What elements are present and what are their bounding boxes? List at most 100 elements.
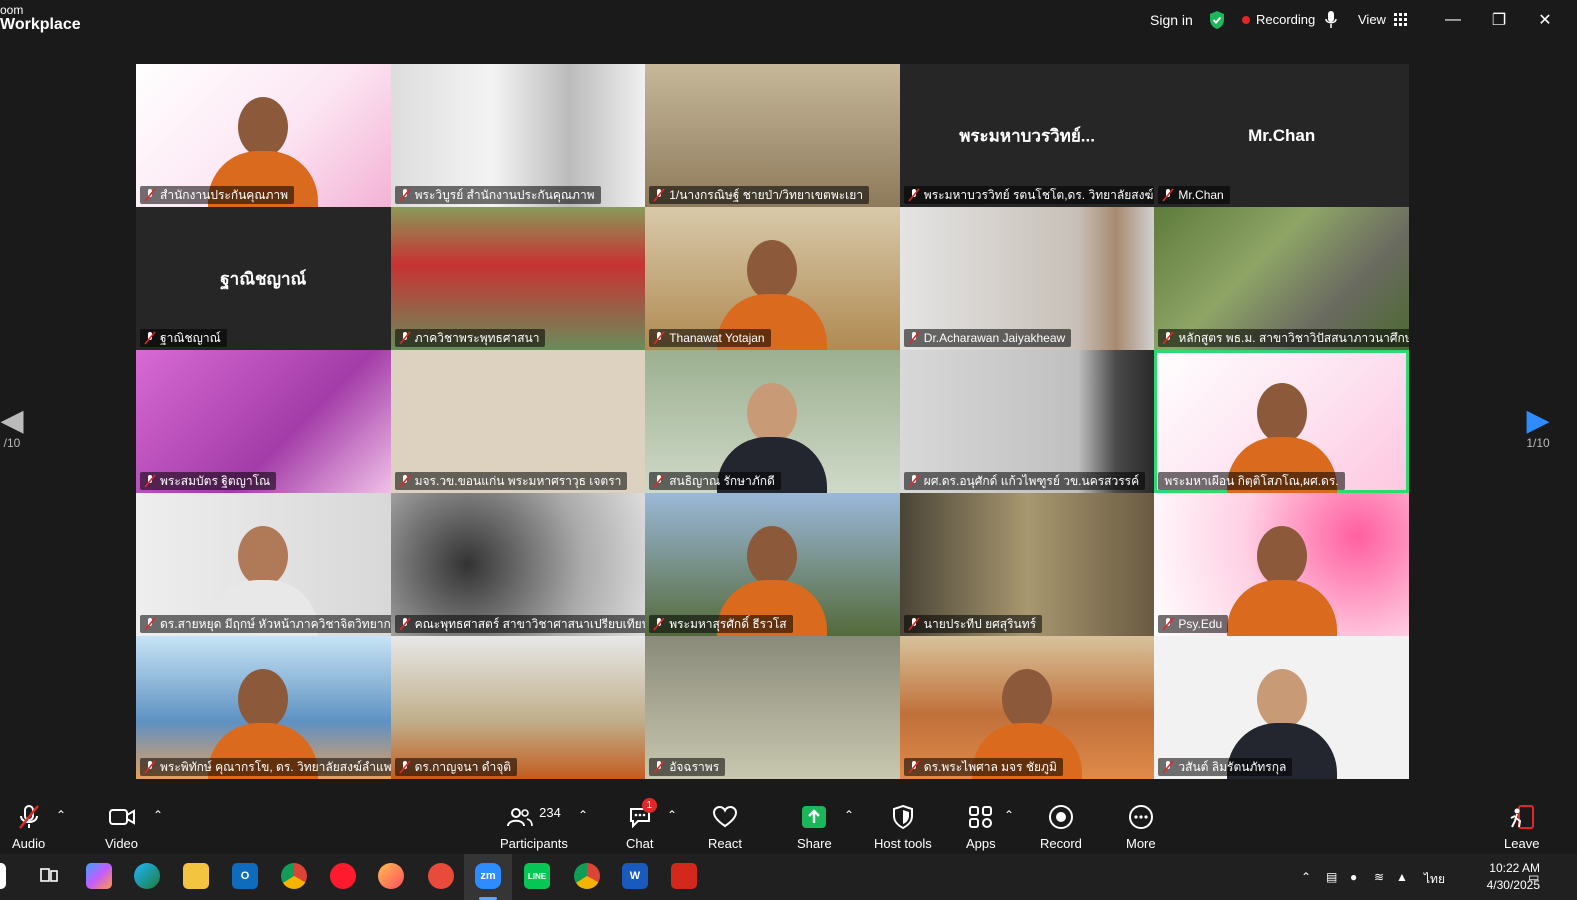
view-button[interactable]: View: [1358, 12, 1407, 27]
video-button[interactable]: Video: [105, 804, 138, 851]
record-label: Record: [1040, 836, 1082, 851]
host-tools-button[interactable]: Host tools: [874, 804, 932, 851]
video-tile[interactable]: พระมหาสุรศักดิ์ ธีรวโส: [645, 493, 900, 636]
audio-options-caret-icon[interactable]: ⌃: [56, 808, 66, 822]
volume-icon[interactable]: ▲: [1396, 870, 1408, 884]
video-tile[interactable]: ภาควิชาพระพุทธศาสนา: [390, 207, 646, 350]
shield-check-icon[interactable]: [1208, 10, 1226, 30]
muted-mic-icon: [144, 617, 156, 631]
copilot-icon[interactable]: [86, 863, 112, 889]
sign-in-button[interactable]: Sign in: [1150, 12, 1193, 28]
muted-mic-icon: [908, 188, 920, 202]
video-tile-active-speaker[interactable]: พระมหาเผือน กิตฺติโสภโณ,ผศ.ดร.: [1154, 350, 1409, 493]
participant-name-label: สนธิญาณ รักษาภักดี: [649, 472, 781, 490]
video-tile[interactable]: หลักสูตร พธ.ม. สาขาวิชาวิปัสสนาภาวนาศึกษ…: [1154, 207, 1409, 350]
video-tile[interactable]: ดร.กาญจนา ดำจุติ: [390, 636, 646, 779]
video-tile[interactable]: สนธิญาณ รักษาภักดี: [645, 350, 900, 493]
video-tile[interactable]: ผศ.ดร.อนุศักด์ แก้วไพฑูรย์ วข.นครสวรรค์: [899, 350, 1155, 493]
outlook-icon[interactable]: O: [232, 863, 258, 889]
title-bar: oom Workplace Sign in Recording View — ❐…: [0, 0, 1577, 44]
video-tile[interactable]: ดร.สายหยุด มีฤกษ์ หัวหน้าภาควิชาจิตวิทยา…: [136, 493, 391, 636]
participants-label: Participants: [500, 836, 568, 851]
video-tile[interactable]: วสันต์ ลิมรัตนภัทรกุล: [1154, 636, 1409, 779]
video-tile[interactable]: Mr.Chan Mr.Chan: [1154, 64, 1409, 207]
firefox-icon[interactable]: [378, 863, 404, 889]
video-tile[interactable]: Dr.Acharawan Jaiyakheaw: [899, 207, 1155, 350]
leave-button[interactable]: Leave: [1504, 804, 1539, 851]
acrobat-icon[interactable]: [671, 863, 697, 889]
recording-label: Recording: [1256, 12, 1316, 27]
restore-icon[interactable]: ❐: [1484, 8, 1514, 32]
audio-button[interactable]: Audio: [12, 804, 45, 851]
participants-options-caret-icon[interactable]: ⌃: [578, 808, 588, 822]
recording-dot-icon: [1242, 15, 1250, 24]
video-tile[interactable]: Thanawat Yotajan: [645, 207, 900, 350]
video-tile[interactable]: พระมหาบวรวิทย์... พระมหาบวรวิทย์ รตนโชโต…: [899, 64, 1155, 207]
minimize-icon[interactable]: —: [1438, 8, 1468, 32]
app-title: oom Workplace: [0, 4, 81, 34]
participant-name-label: Dr.Acharawan Jaiyakheaw: [903, 329, 1072, 347]
host-tools-label: Host tools: [874, 836, 932, 851]
muted-mic-icon: [653, 617, 665, 631]
video-tile[interactable]: พระวิบูรย์ สำนักงานประกันคุณภาพ: [390, 64, 646, 207]
line-icon[interactable]: LINE: [524, 863, 550, 889]
video-tile[interactable]: อัจฉราพร: [645, 636, 900, 779]
chevron-up-icon[interactable]: ⌃: [1301, 870, 1311, 884]
chat-options-caret-icon[interactable]: ⌃: [667, 808, 677, 822]
zoom-icon[interactable]: zm: [475, 863, 501, 889]
share-options-caret-icon[interactable]: ⌃: [844, 808, 854, 822]
video-tile[interactable]: สำนักงานประกันคุณภาพ: [136, 64, 391, 207]
next-page-button[interactable]: ▶ 1/10: [1518, 406, 1558, 451]
more-button[interactable]: More: [1126, 804, 1156, 851]
video-tile[interactable]: นายประทีป ยศสุรินทร์: [899, 493, 1155, 636]
video-tile[interactable]: ฐาณิชญาณ์ ฐาณิชญาณ์: [136, 207, 391, 350]
heart-icon: [712, 805, 737, 828]
chrome-icon[interactable]: [281, 863, 307, 889]
close-icon[interactable]: ✕: [1530, 8, 1560, 32]
wifi-icon[interactable]: ≋: [1374, 870, 1384, 884]
grid-icon: [1393, 13, 1407, 26]
app-icon[interactable]: [428, 863, 454, 889]
chat-button[interactable]: 1 Chat: [626, 798, 657, 851]
word-icon[interactable]: W: [622, 863, 648, 889]
muted-mic-icon: [908, 331, 920, 345]
participant-name-label: ดร.พระไพศาล มจร ชัยภูมิ: [903, 758, 1063, 776]
audio-label: Audio: [12, 836, 46, 851]
prev-page-button[interactable]: ◀ /10: [0, 406, 32, 451]
video-tile[interactable]: Psy.Edu: [1154, 493, 1409, 636]
recording-indicator[interactable]: Recording: [1242, 12, 1315, 27]
video-options-caret-icon[interactable]: ⌃: [153, 808, 163, 822]
share-button[interactable]: Share: [797, 804, 832, 851]
app-title-line2: Workplace: [0, 16, 81, 33]
participants-count: 234: [539, 804, 561, 820]
muted-mic-icon: [144, 188, 156, 202]
chrome-profile-icon[interactable]: [574, 863, 600, 889]
apps-button[interactable]: Apps: [966, 804, 996, 851]
participant-name-card: พระมหาบวรวิทย์...: [959, 126, 1095, 145]
mic-icon[interactable]: [1324, 10, 1338, 30]
participant-name-label: พระสมบัตร ฐิตญาโณ: [140, 472, 277, 490]
muted-mic-icon: [1162, 760, 1174, 774]
video-tile[interactable]: คณะพุทธศาสตร์ สาขาวิชาศาสนาเปรียบเทียบ..…: [390, 493, 646, 636]
notification-icon[interactable]: ▭: [1528, 870, 1539, 884]
video-tile[interactable]: พระสมบัตร ฐิตญาโณ: [136, 350, 391, 493]
muted-mic-icon: [144, 474, 156, 488]
participants-button[interactable]: 234 Participants: [500, 804, 568, 852]
start-icon[interactable]: [0, 863, 6, 889]
file-explorer-icon[interactable]: [183, 863, 209, 889]
participants-icon: [507, 808, 533, 827]
video-tile[interactable]: ดร.พระไพศาล มจร ชัยภูมิ: [899, 636, 1155, 779]
react-button[interactable]: React: [708, 804, 742, 851]
video-tile[interactable]: 1/นางกรณิษฐ์ ชายป่า/วิทยาเขตพะเยา: [645, 64, 900, 207]
opera-icon[interactable]: [330, 863, 356, 889]
video-tile[interactable]: พระพิทักษ์ คุณากรโข, ดร. วิทยาลัยสงฆ์ลำแ…: [136, 636, 391, 779]
task-view-icon[interactable]: [36, 863, 62, 889]
edge-icon[interactable]: [134, 863, 160, 889]
video-tile[interactable]: มจร.วข.ขอนแก่น พระมหาศราวุธ เจตรา: [390, 350, 646, 493]
apps-options-caret-icon[interactable]: ⌃: [1004, 808, 1014, 822]
language-indicator[interactable]: ไทย: [1424, 870, 1445, 889]
windows-taskbar: O zm LINE W ⌃ ▤ ● ≋ ▲ ไทย 10:22 AM 4/30/…: [0, 854, 1577, 900]
meet-now-icon[interactable]: ▤: [1326, 870, 1337, 884]
record-button[interactable]: Record: [1040, 804, 1082, 851]
microphone-icon[interactable]: ●: [1350, 870, 1357, 884]
